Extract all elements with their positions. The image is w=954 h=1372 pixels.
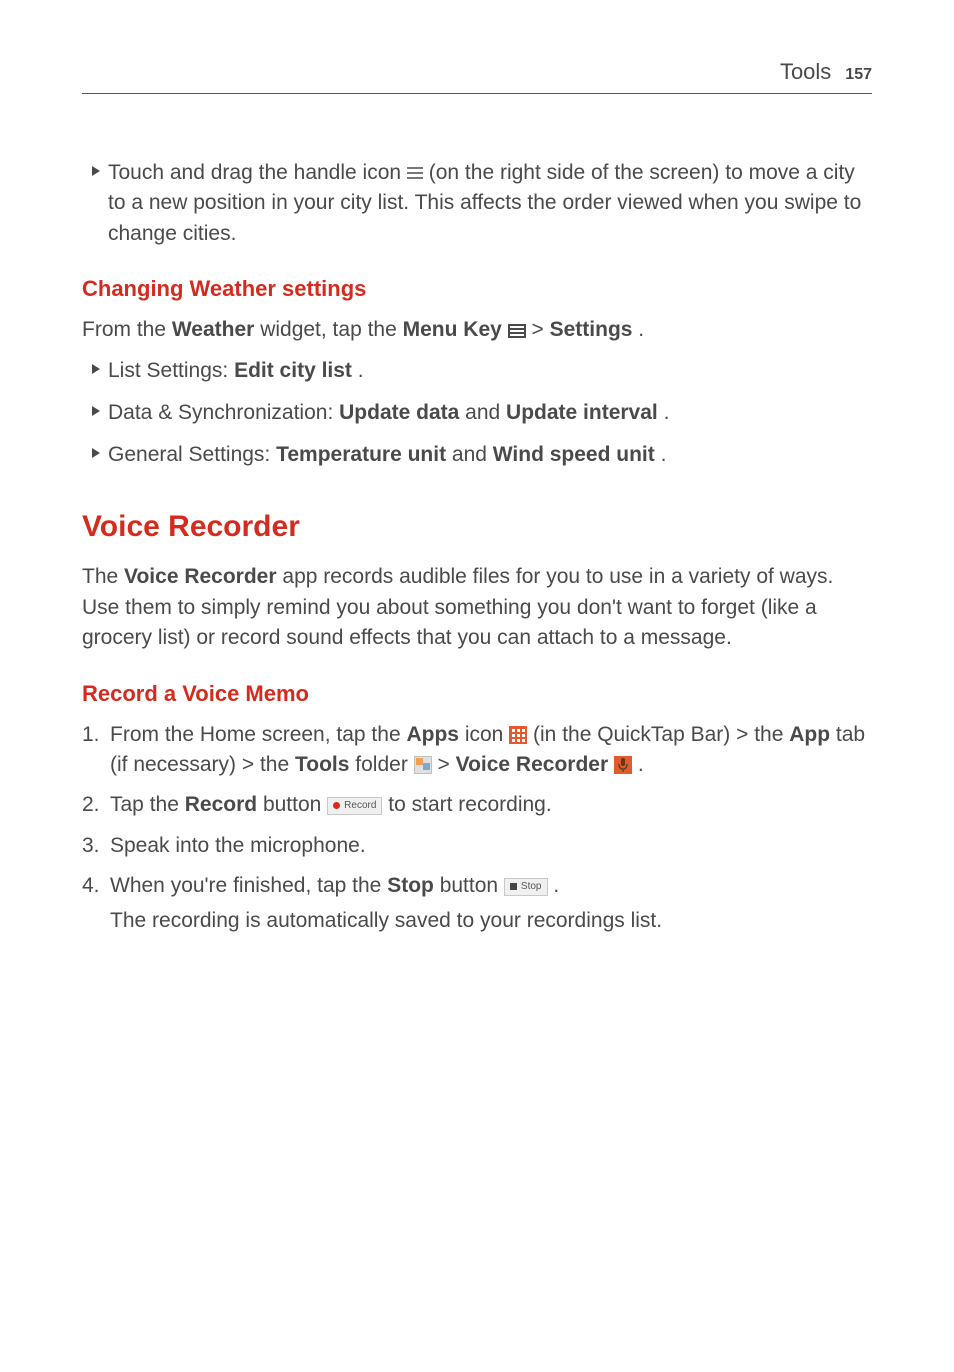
bold-text: App bbox=[789, 723, 830, 746]
text: The recording is automatically saved to … bbox=[110, 906, 872, 936]
bold-text: Temperature unit bbox=[276, 443, 446, 466]
menu-key-icon bbox=[508, 324, 526, 338]
bullet-list-settings: List Settings: Edit city list . bbox=[92, 356, 872, 386]
weather-intro: From the Weather widget, tap the Menu Ke… bbox=[82, 315, 872, 345]
text: When you're finished, tap the bbox=[110, 874, 387, 897]
text: and bbox=[452, 443, 493, 466]
step-number: 3. bbox=[82, 831, 110, 861]
text: . bbox=[664, 401, 670, 424]
bold-text: Apps bbox=[406, 723, 459, 746]
drag-handle-icon bbox=[407, 167, 423, 179]
voice-recorder-icon bbox=[614, 756, 632, 774]
record-button-icon: Record bbox=[327, 797, 382, 815]
subheading-weather-settings: Changing Weather settings bbox=[82, 273, 872, 305]
body-text: Tap the Record button Record to start re… bbox=[110, 790, 872, 820]
document-page: Tools 157 Touch and drag the handle icon… bbox=[0, 0, 954, 936]
subheading-record-memo: Record a Voice Memo bbox=[82, 678, 872, 710]
bold-text: Record bbox=[185, 793, 257, 816]
bold-text: Update interval bbox=[506, 401, 658, 424]
text: . bbox=[638, 753, 644, 776]
text: to start recording. bbox=[388, 793, 551, 816]
text: (in the QuickTap Bar) > the bbox=[533, 723, 789, 746]
step-number: 1. bbox=[82, 720, 110, 781]
heading-voice-recorder: Voice Recorder bbox=[82, 505, 872, 549]
text: folder bbox=[355, 753, 413, 776]
bold-text: Tools bbox=[295, 753, 349, 776]
step-4: 4. When you're finished, tap the Stop bu… bbox=[82, 871, 872, 936]
bold-text: Weather bbox=[172, 318, 254, 341]
bold-text: Settings bbox=[550, 318, 633, 341]
triangle-bullet-icon bbox=[92, 448, 100, 458]
step-1: 1. From the Home screen, tap the Apps ic… bbox=[82, 720, 872, 781]
step-number: 4. bbox=[82, 871, 110, 936]
triangle-bullet-icon bbox=[92, 406, 100, 416]
triangle-bullet-icon bbox=[92, 364, 100, 374]
icon-label: Stop bbox=[521, 880, 542, 895]
bold-text: Voice Recorder bbox=[456, 753, 614, 776]
text: . bbox=[661, 443, 667, 466]
text: > bbox=[532, 318, 550, 341]
body-text: General Settings: Temperature unit and W… bbox=[108, 440, 872, 470]
step-3: 3. Speak into the microphone. bbox=[82, 831, 872, 861]
voice-intro: The Voice Recorder app records audible f… bbox=[82, 562, 872, 653]
header-section-title: Tools bbox=[780, 56, 831, 88]
triangle-bullet-icon bbox=[92, 166, 100, 176]
bullet-drag-handle: Touch and drag the handle icon (on the r… bbox=[92, 158, 872, 249]
bold-text: Voice Recorder bbox=[124, 565, 277, 588]
body-text: Data & Synchronization: Update data and … bbox=[108, 398, 872, 428]
body-text: List Settings: Edit city list . bbox=[108, 356, 872, 386]
tools-folder-icon bbox=[414, 756, 432, 774]
page-header: Tools 157 bbox=[82, 56, 872, 94]
text: . bbox=[553, 874, 559, 897]
text: Tap the bbox=[110, 793, 185, 816]
step-2: 2. Tap the Record button Record to start… bbox=[82, 790, 872, 820]
step-number: 2. bbox=[82, 790, 110, 820]
stop-button-icon: Stop bbox=[504, 878, 548, 896]
text: > bbox=[438, 753, 456, 776]
text: and bbox=[465, 401, 506, 424]
bullet-general-settings: General Settings: Temperature unit and W… bbox=[92, 440, 872, 470]
text: icon bbox=[465, 723, 509, 746]
text: The bbox=[82, 565, 124, 588]
apps-icon bbox=[509, 726, 527, 744]
bold-text: Wind speed unit bbox=[493, 443, 655, 466]
bold-text: Edit city list bbox=[234, 359, 352, 382]
text: button bbox=[440, 874, 504, 897]
text: Data & Synchronization: bbox=[108, 401, 339, 424]
bold-text: Menu Key bbox=[403, 318, 508, 341]
body-text: Speak into the microphone. bbox=[110, 831, 872, 861]
bullet-data-sync: Data & Synchronization: Update data and … bbox=[92, 398, 872, 428]
text: From the bbox=[82, 318, 172, 341]
text: Touch and drag the handle icon bbox=[108, 161, 407, 184]
bold-text: Update data bbox=[339, 401, 459, 424]
icon-label: Record bbox=[344, 799, 376, 814]
header-page-number: 157 bbox=[845, 63, 872, 86]
body-text: From the Home screen, tap the Apps icon … bbox=[110, 720, 872, 781]
body-text: Touch and drag the handle icon (on the r… bbox=[108, 158, 872, 249]
text: From the Home screen, tap the bbox=[110, 723, 406, 746]
text: button bbox=[263, 793, 327, 816]
text: List Settings: bbox=[108, 359, 234, 382]
text: . bbox=[638, 318, 644, 341]
bold-text: Stop bbox=[387, 874, 434, 897]
text: General Settings: bbox=[108, 443, 276, 466]
text: widget, tap the bbox=[260, 318, 402, 341]
body-text: When you're finished, tap the Stop butto… bbox=[110, 871, 872, 936]
text: . bbox=[358, 359, 364, 382]
